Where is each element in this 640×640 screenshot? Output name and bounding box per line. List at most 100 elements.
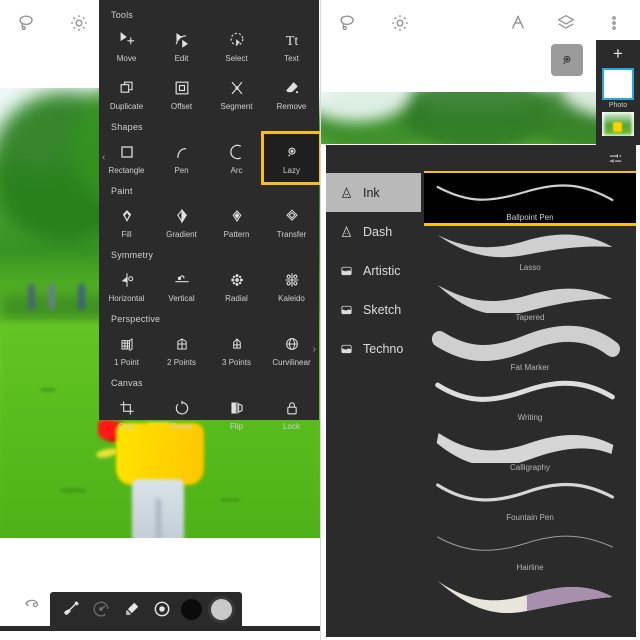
brush-category-artistic[interactable]: Artistic [326, 251, 421, 290]
tool-gradient[interactable]: Gradient [154, 198, 209, 246]
compass-icon[interactable] [507, 12, 529, 34]
brush-category-dash[interactable]: Dash [326, 212, 421, 251]
pen-icon [172, 142, 192, 162]
lasso-select-icon[interactable] [16, 12, 38, 34]
bottom-tool-dock[interactable] [50, 592, 242, 626]
brush-category-ink[interactable]: Ink [326, 173, 421, 212]
tool-symmetry-kaleido[interactable]: Kaleido [264, 262, 319, 310]
brush-list[interactable]: Ballpoint Pen Lasso Tapered Fat Marker W… [424, 171, 636, 637]
category-label: Dash [363, 224, 393, 239]
layer-thumbnail-background[interactable] [602, 112, 634, 136]
tools-row-transform: Move Edit Select Tt Text [99, 22, 319, 70]
brush-item-writing[interactable]: Writing [424, 373, 636, 423]
tool-perspective-2-points[interactable]: 2 Points [154, 326, 209, 374]
tool-perspective-1-point[interactable]: 1 Point [99, 326, 154, 374]
brush-item-hairline[interactable]: Hairline [424, 523, 636, 573]
brush-item-tapered[interactable]: Tapered [424, 273, 636, 323]
tool-select[interactable]: Select [209, 22, 264, 70]
tool-label: Segment [220, 101, 253, 111]
layer-thumbnail-photo[interactable] [602, 68, 634, 100]
tool-label: Flip [230, 421, 243, 431]
brush-item-calligraphy[interactable]: Calligraphy [424, 423, 636, 473]
tool-lazy[interactable]: Lazy [261, 131, 320, 185]
brush-label: Tapered [515, 313, 545, 322]
tool-pattern[interactable]: Pattern [209, 198, 264, 246]
brush-item-fat-marker[interactable]: Fat Marker [424, 323, 636, 373]
category-label: Artistic [363, 263, 401, 278]
tool-text[interactable]: Tt Text [264, 22, 319, 70]
tool-label: Gradient [166, 229, 197, 239]
tool-symmetry-vertical[interactable]: Vertical [154, 262, 209, 310]
add-layer-button[interactable]: + [613, 44, 623, 64]
tool-segment[interactable]: Segment [209, 70, 264, 118]
tool-label: Offset [170, 101, 193, 111]
brush-category-techno[interactable]: Techno [326, 329, 421, 368]
brush-tool-icon[interactable] [60, 598, 82, 620]
brush-size-icon[interactable] [151, 598, 173, 620]
tool-duplicate[interactable]: Duplicate [99, 70, 154, 118]
tool-symmetry-horizontal[interactable]: Horizontal [99, 262, 154, 310]
tool-label: Select [225, 53, 248, 63]
sliders-icon[interactable] [607, 151, 624, 166]
lasso-select-icon[interactable] [337, 12, 359, 34]
layers-panel: + Photo [596, 40, 640, 145]
lock-icon [282, 398, 302, 418]
tool-rectangle[interactable]: Rectangle [99, 134, 154, 182]
tool-symmetry-radial[interactable]: Radial [209, 262, 264, 310]
brush-item-fountain-pen[interactable]: Fountain Pen [424, 473, 636, 523]
brush-label: Fat Marker [510, 363, 550, 372]
eraser-tool-icon[interactable] [121, 598, 143, 620]
section-heading-canvas: Canvas [111, 378, 143, 388]
lazy-tool-button[interactable] [551, 44, 583, 76]
lazy-icon [282, 142, 302, 162]
tool-crop[interactable]: Crop [99, 390, 154, 438]
tool-transfer[interactable]: Transfer [264, 198, 319, 246]
brush-item-lasso[interactable]: Lasso [424, 223, 636, 273]
tool-perspective-curvilinear[interactable]: Curvilinear [264, 326, 319, 374]
symmetry-kaleido-icon [282, 270, 302, 290]
tool-remove[interactable]: Remove [264, 70, 319, 118]
tool-reset[interactable]: Reset [154, 390, 209, 438]
tool-pen[interactable]: Pen [154, 134, 209, 182]
ink-nib-icon [339, 185, 354, 201]
tool-move[interactable]: Move [99, 22, 154, 70]
brush-panel-header [326, 145, 636, 171]
gear-icon[interactable] [389, 12, 411, 34]
tool-arc[interactable]: Arc [209, 134, 264, 182]
offset-icon [172, 78, 192, 98]
brush-item-next[interactable] [424, 573, 636, 623]
tool-edit[interactable]: Edit [154, 22, 209, 70]
brush-category-sketch[interactable]: Sketch [326, 290, 421, 329]
left-screenshot-panel: Tools Move Edit Select Tt Text Duplicate… [0, 0, 320, 640]
layers-icon[interactable] [555, 12, 577, 34]
section-heading-shapes: Shapes [111, 122, 143, 132]
smudge-tool-icon[interactable] [90, 598, 112, 620]
left-top-icon-group [16, 12, 90, 34]
symmetry-radial-icon [227, 270, 247, 290]
tool-label: Arc [230, 165, 243, 175]
overflow-menu-icon[interactable] [603, 12, 625, 34]
tool-label: Kaleido [278, 293, 305, 303]
category-label: Techno [363, 341, 404, 356]
edit-icon [172, 30, 192, 50]
tool-fill[interactable]: Fill [99, 198, 154, 246]
fill-icon [117, 206, 137, 226]
color-swatch-light[interactable] [210, 598, 232, 620]
distant-person [48, 284, 55, 310]
tool-perspective-3-points[interactable]: 3 Points [209, 326, 264, 374]
color-swatch-dark[interactable] [181, 598, 203, 620]
tool-label: Reset [171, 421, 192, 431]
tool-label: Fill [121, 229, 132, 239]
brush-panel-body: Ink Dash Artistic Sketch Techno Ballpoin… [326, 171, 636, 637]
tool-lock[interactable]: Lock [264, 390, 319, 438]
brush-label: Hairline [516, 563, 544, 572]
gear-icon[interactable] [68, 12, 90, 34]
symmetry-vertical-icon [172, 270, 192, 290]
canvas-photo-strip[interactable] [321, 92, 640, 144]
photo-subject-child [95, 420, 210, 538]
techno-bucket-icon [339, 341, 354, 357]
tool-offset[interactable]: Offset [154, 70, 209, 118]
undo-icon[interactable] [20, 592, 44, 614]
tool-flip[interactable]: Flip [209, 390, 264, 438]
brush-item-ballpoint-pen[interactable]: Ballpoint Pen [424, 171, 636, 226]
